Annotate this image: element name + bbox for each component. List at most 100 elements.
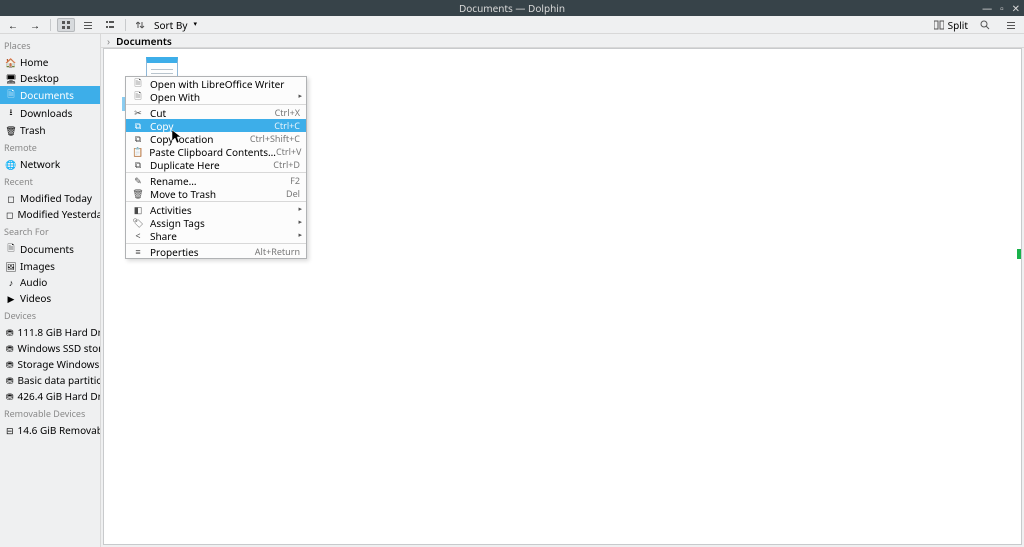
forward-button[interactable]: → [26, 18, 44, 32]
context-menu-item-activities[interactable]: ◧Activities▸ [126, 203, 306, 216]
sidebar-search-icon: ▶ [6, 292, 16, 305]
context-menu-item-copy-location[interactable]: ⧉Copy locationCtrl+Shift+C [126, 132, 306, 145]
context-menu-item-label: Copy location [150, 132, 250, 146]
split-label: Split [948, 18, 968, 32]
sidebar-search-icon: 🗎 [6, 241, 16, 257]
context-menu-item-shortcut: F2 [290, 174, 300, 187]
context-menu-item-icon: 📋 [132, 145, 143, 158]
sidebar-device-label: Storage Windows [18, 357, 100, 371]
back-button[interactable]: ← [4, 18, 22, 32]
sort-by-button[interactable]: Sort By [154, 18, 187, 32]
sidebar-device-windows-ssd-storage[interactable]: ⛃Windows SSD storage [0, 340, 100, 356]
context-menu-item-shortcut: Ctrl+Shift+C [250, 132, 300, 145]
context-menu-item-open-with[interactable]: 🗎 Open With▸ [126, 90, 306, 103]
context-menu-item-duplicate-here[interactable]: ⧉Duplicate HereCtrl+D [126, 158, 306, 171]
minimize-button[interactable]: ― [982, 1, 992, 15]
context-menu-item-label: Properties [150, 245, 255, 259]
sidebar-device-label: Windows SSD storage [18, 341, 100, 355]
sidebar-device-label: 111.8 GiB Hard Drive [18, 325, 100, 339]
sidebar-remote-icon: 🌐 [6, 158, 16, 171]
sidebar-device-basic-data-partition[interactable]: ⛃Basic data partition [0, 372, 100, 388]
context-menu-item-label: Rename… [150, 174, 290, 188]
sidebar-place-trash[interactable]: 🗑 Trash [0, 122, 100, 138]
sidebar-device-111-8-gib-hard-drive[interactable]: ⛃111.8 GiB Hard Drive [0, 324, 100, 340]
split-button[interactable]: Split [934, 18, 968, 32]
context-menu-item-cut[interactable]: ✂CutCtrl+X [126, 106, 306, 119]
places-header: Places [0, 36, 100, 54]
sidebar-place-documents[interactable]: 🗎Documents [0, 86, 100, 104]
sidebar-device-label: 426.4 GiB Hard Drive [18, 389, 100, 403]
places-panel: Places 🏠Home🖥Desktop🗎Documents⭳Downloads… [0, 34, 100, 547]
sidebar-device-426-4-gib-hard-drive[interactable]: ⛃ 426.4 GiB Hard Drive [0, 388, 100, 404]
context-menu-item-label: Open With [150, 90, 300, 104]
sidebar-search-documents[interactable]: 🗎 Documents [0, 240, 100, 258]
sidebar-search-label: Audio [20, 275, 47, 289]
context-menu-item-shortcut: Ctrl+D [273, 158, 300, 171]
toolbar-separator [125, 19, 126, 31]
sidebar-place-icon: 🖥 [6, 72, 16, 85]
sidebar-place-desktop[interactable]: 🖥 Desktop [0, 70, 100, 86]
sidebar-place-icon: 🗑 [6, 124, 16, 137]
sort-dropdown-icon[interactable]: ▾ [193, 20, 197, 29]
main-toolbar: ← → Sort By ▾ Split [0, 16, 1024, 34]
view-compact-button[interactable] [79, 18, 97, 32]
sidebar-search-audio[interactable]: ♪ Audio [0, 274, 100, 290]
sidebar-recent-modified-today[interactable]: ◻ Modified Today [0, 190, 100, 206]
context-menu-item-copy[interactable]: ⧉CopyCtrl+C [126, 119, 306, 132]
context-menu-item-properties[interactable]: ≡PropertiesAlt+Return [126, 245, 306, 258]
view-details-button[interactable] [101, 18, 119, 32]
context-menu-item-label: Move to Trash [150, 187, 286, 201]
breadcrumb-current[interactable]: Documents [116, 34, 172, 48]
context-menu-item-icon: ✂ [132, 106, 144, 119]
sidebar-recent-label: Modified Yesterday [17, 207, 100, 221]
sidebar-place-icon: 🗎 [6, 87, 16, 103]
sidebar-device-icon: ⛃ [6, 390, 14, 403]
window-title: Documents — Dolphin [459, 1, 565, 15]
sidebar-remote-network[interactable]: 🌐Network [0, 156, 100, 172]
breadcrumb-bar: › Documents [101, 34, 1024, 48]
submenu-arrow-icon: ▸ [298, 218, 302, 227]
sidebar-place-label: Trash [20, 123, 46, 137]
sidebar-search-label: Images [20, 259, 55, 273]
sidebar-search-label: Documents [20, 242, 74, 256]
context-menu-item-icon: 🗑 [132, 187, 144, 200]
context-menu-item-rename[interactable]: ✎Rename…F2 [126, 174, 306, 187]
sidebar-removable-14-6-gib-removable-media[interactable]: ⊟14.6 GiB Removable Media [0, 422, 100, 438]
sidebar-place-icon: 🏠 [6, 56, 16, 69]
context-menu-item-shortcut: Ctrl+X [275, 106, 300, 119]
breadcrumb-separator-icon: › [107, 34, 110, 48]
context-menu-item-open-with-libreoffice-writer[interactable]: 🗎Open with LibreOffice Writer [126, 77, 306, 90]
submenu-arrow-icon: ▸ [298, 92, 302, 101]
sidebar-search-icon: ♪ [6, 276, 16, 289]
sidebar-search-videos[interactable]: ▶ Videos [0, 290, 100, 306]
submenu-arrow-icon: ▸ [298, 231, 302, 240]
sidebar-recent-label: Modified Today [20, 191, 92, 205]
hamburger-menu-button[interactable] [1002, 18, 1020, 32]
sidebar-search-images[interactable]: 🖼Images [0, 258, 100, 274]
context-menu-item-assign-tags[interactable]: 🏷Assign Tags▸ [126, 216, 306, 229]
sidebar-place-downloads[interactable]: ⭳Downloads [0, 104, 100, 122]
context-menu-item-move-to-trash[interactable]: 🗑Move to TrashDel [126, 187, 306, 200]
devices-header: Devices [0, 306, 100, 324]
context-menu-item-icon: 🗎 [132, 89, 144, 105]
sidebar-device-storage-windows[interactable]: ⛃Storage Windows [0, 356, 100, 372]
sidebar-place-home[interactable]: 🏠Home [0, 54, 100, 70]
sidebar-recent-modified-yesterday[interactable]: ◻ Modified Yesterday [0, 206, 100, 222]
search-button[interactable] [976, 18, 994, 32]
sidebar-recent-icon: ◻ [6, 208, 13, 221]
context-menu-item-share[interactable]: <Share▸ [126, 229, 306, 242]
sidebar-removable-icon: ⊟ [6, 424, 14, 437]
close-button[interactable]: ✕ [1012, 1, 1020, 15]
remote-header: Remote [0, 138, 100, 156]
sidebar-place-icon: ⭳ [6, 105, 16, 121]
sort-icon[interactable] [132, 18, 150, 32]
maximize-button[interactable]: ▫ [1000, 1, 1004, 15]
context-menu: 🗎Open with LibreOffice Writer🗎Open With▸… [125, 76, 307, 259]
view-icons-button[interactable] [57, 18, 75, 32]
sidebar-recent-icon: ◻ [6, 192, 16, 205]
sidebar-search-label: Videos [20, 291, 51, 305]
context-menu-item-paste-clipboard-contents[interactable]: 📋Paste Clipboard Contents…Ctrl+V [126, 145, 306, 158]
sidebar-place-label: Desktop [20, 71, 59, 85]
context-menu-item-icon: ◧ [132, 203, 144, 216]
submenu-arrow-icon: ▸ [298, 205, 302, 214]
